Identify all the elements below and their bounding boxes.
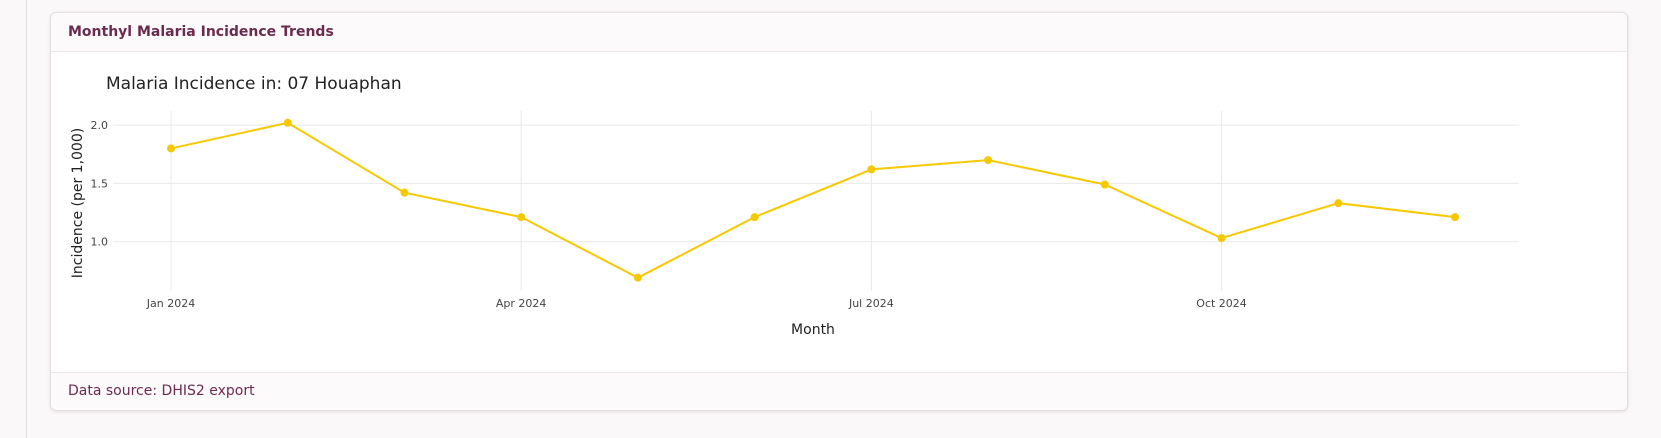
- data-point: [867, 165, 876, 174]
- series-layer: [167, 118, 1459, 282]
- data-source-note: Data source: DHIS2 export: [68, 383, 255, 399]
- x-tick-label: Oct 2024: [1196, 297, 1247, 310]
- series-line: [170, 121, 1456, 279]
- chart-area: Malaria Incidence in: 07 Houaphan 1.0 1.5…: [67, 67, 1613, 353]
- data-point: [1334, 199, 1343, 208]
- data-point: [1217, 234, 1226, 243]
- chart-title: Malaria Incidence in: 07 Houaphan: [106, 74, 402, 94]
- data-point: [400, 188, 409, 197]
- y-axis-title: Incidence (per 1,000): [70, 128, 86, 278]
- incidence-line-chart: Malaria Incidence in: 07 Houaphan 1.0 1.5…: [70, 74, 1519, 338]
- x-tick-label: Jan 2024: [146, 297, 195, 310]
- data-point: [984, 156, 993, 165]
- x-axis-title: Month: [791, 322, 835, 338]
- data-point: [633, 273, 642, 282]
- data-point: [1451, 213, 1459, 222]
- card-header: Monthyl Malaria Incidence Trends: [51, 13, 1627, 52]
- y-tick-label: 1.0: [91, 236, 109, 249]
- y-tick-label: 2.0: [91, 119, 109, 132]
- x-tick-label: Jul 2024: [848, 297, 894, 310]
- card-title: Monthyl Malaria Incidence Trends: [68, 24, 334, 40]
- chart-card: Monthyl Malaria Incidence Trends Malaria…: [50, 12, 1628, 411]
- card-footer: Data source: DHIS2 export: [51, 372, 1627, 410]
- grid-lines: [113, 111, 1519, 291]
- x-tick-label: Apr 2024: [496, 297, 547, 310]
- axis-ticks: 1.0 1.5 2.0 Jan 2024 Apr 2024 Jul 2024 Oct 202…: [91, 119, 1247, 310]
- data-point: [1100, 180, 1109, 189]
- data-point: [167, 144, 175, 153]
- data-point: [517, 213, 526, 222]
- data-point: [283, 118, 292, 127]
- data-point: [750, 213, 759, 222]
- y-tick-label: 1.5: [91, 177, 109, 190]
- page-rail: [26, 0, 27, 438]
